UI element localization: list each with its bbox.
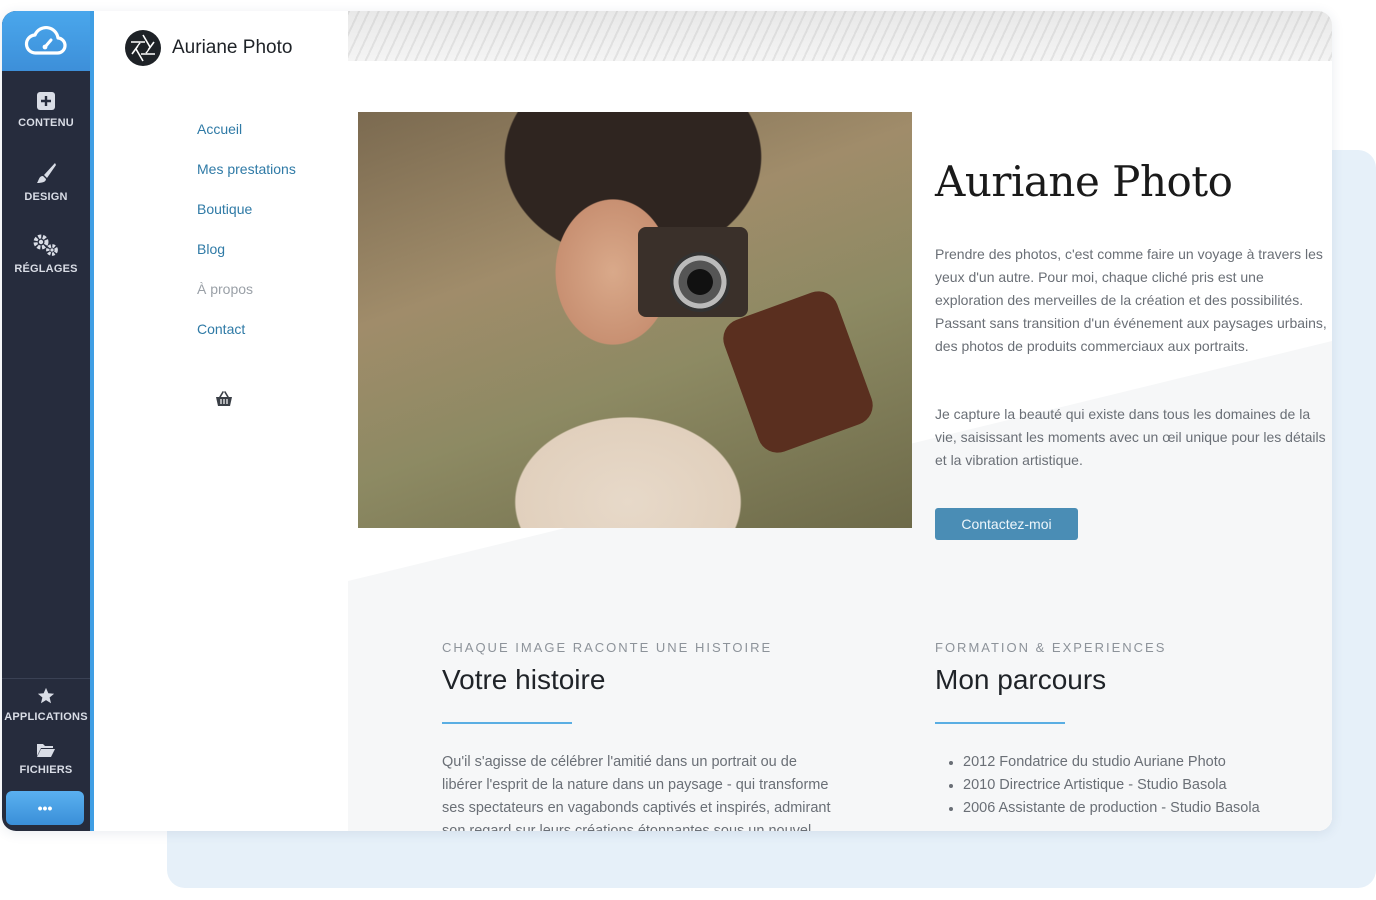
career-item: 2006 Assistante de production - Studio B… xyxy=(935,797,1260,820)
plus-square-icon xyxy=(37,92,55,110)
tool-fichiers[interactable]: FICHIERS xyxy=(2,742,90,776)
hero-paragraph-1: Prendre des photos, c'est comme faire un… xyxy=(935,246,1327,354)
tool-fichiers-label: FICHIERS xyxy=(19,764,73,776)
toolbar-divider xyxy=(2,678,90,679)
tool-applications-label: APPLICATIONS xyxy=(4,711,88,723)
site-logo[interactable]: Auriane Photo xyxy=(124,29,292,67)
site-name: Auriane Photo xyxy=(172,37,293,58)
header-banner-image xyxy=(348,11,1332,61)
career-kicker: FORMATION & EXPERIENCES xyxy=(935,640,1167,655)
basket-icon xyxy=(216,391,232,406)
tool-reglages-label: RÉGLAGES xyxy=(14,263,78,275)
story-kicker: CHAQUE IMAGE RACONTE UNE HISTOIRE xyxy=(442,640,773,655)
aperture-icon xyxy=(125,30,161,66)
career-list: 2012 Fondatrice du studio Auriane Photo … xyxy=(935,751,1260,820)
hero-paragraph-2: Je capture la beauté qui existe dans tou… xyxy=(935,406,1326,468)
career-item: 2010 Directrice Artistique - Studio Baso… xyxy=(935,774,1260,797)
nav-contact[interactable]: Contact xyxy=(197,321,245,337)
editor-toolbar: CONTENU DESIGN RÉGLAGES APPLICATIONS FIC… xyxy=(2,11,90,831)
editor-window: CONTENU DESIGN RÉGLAGES APPLICATIONS FIC… xyxy=(2,11,1332,831)
folder-icon xyxy=(37,744,55,757)
cloud-logo-button[interactable] xyxy=(2,11,90,71)
nav-mes-prestations[interactable]: Mes prestations xyxy=(197,161,296,177)
tool-reglages[interactable]: RÉGLAGES xyxy=(2,233,90,275)
page-preview: Auriane Photo Prendre des photos, c'est … xyxy=(348,11,1332,831)
site-navigation: Auriane Photo Accueil Mes prestations Bo… xyxy=(94,11,348,831)
story-divider xyxy=(442,722,572,724)
star-icon xyxy=(37,687,55,704)
nav-a-propos[interactable]: À propos xyxy=(197,281,253,297)
hero-photo[interactable] xyxy=(358,112,912,528)
tool-design-label: DESIGN xyxy=(24,191,68,203)
more-button[interactable]: ••• xyxy=(6,791,84,825)
brush-icon xyxy=(37,163,56,183)
contact-button[interactable]: Contactez-moi xyxy=(935,508,1078,540)
tool-contenu[interactable]: CONTENU xyxy=(2,91,90,129)
camera-lens xyxy=(670,252,730,312)
nav-boutique[interactable]: Boutique xyxy=(197,201,252,217)
story-body: Qu'il s'agisse de célébrer l'amitié dans… xyxy=(442,754,831,831)
career-divider xyxy=(935,722,1065,724)
hero-title: Auriane Photo xyxy=(935,157,1233,206)
career-title: Mon parcours xyxy=(935,664,1107,695)
nav-blog[interactable]: Blog xyxy=(197,241,225,257)
tool-design[interactable]: DESIGN xyxy=(2,161,90,203)
cloud-icon xyxy=(24,25,67,55)
tool-contenu-label: CONTENU xyxy=(18,117,74,129)
nav-accueil[interactable]: Accueil xyxy=(197,121,242,137)
tool-applications[interactable]: APPLICATIONS xyxy=(2,687,90,723)
cart-button[interactable] xyxy=(215,391,233,412)
story-title: Votre histoire xyxy=(442,664,606,695)
career-item: 2012 Fondatrice du studio Auriane Photo xyxy=(935,751,1260,774)
gears-icon xyxy=(33,234,58,256)
